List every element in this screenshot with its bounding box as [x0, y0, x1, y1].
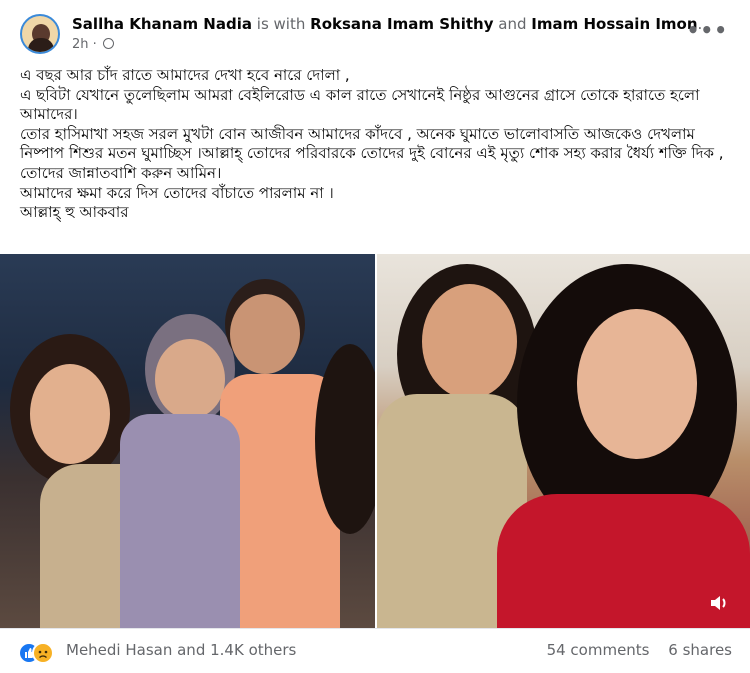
meta-dot: · [92, 37, 97, 52]
photo-1-face-left [30, 364, 110, 464]
post-line-1: এ বছর আর চাঁদ রাতে আমাদের দেখা হবে নারে … [20, 66, 350, 84]
photo-1-face-right [230, 294, 300, 374]
post-meta: 2h · [72, 36, 114, 54]
and-text: and [498, 15, 527, 33]
with-text: is with [256, 15, 306, 33]
post-card: Sallha Khanam Nadia is with Roksana Imam… [0, 0, 750, 673]
avatar-body [28, 38, 54, 52]
tagged-user-1[interactable]: Roksana Imam Shithy [310, 15, 493, 33]
post-line-2: এ ছবিটা যেখানে তুলেছিলাম আমরা বেইলিরোড এ… [20, 85, 700, 124]
post-line-5: আল্লাহ্ হু আকবার [20, 203, 129, 222]
author-name[interactable]: Sallha Khanam Nadia [72, 15, 252, 33]
post-line-4: আমাদের ক্ষমা করে দিস তোদের বাঁচাতে পারলা… [20, 183, 334, 202]
tagged-user-2[interactable]: Imam Hossain Imon [531, 15, 697, 33]
photo-grid [0, 254, 750, 628]
reactions-summary[interactable]: Mehedi Hasan and 1.4K others [66, 641, 296, 659]
more-options-icon[interactable]: ••• [687, 18, 728, 42]
post-footer: Mehedi Hasan and 1.4K others 54 comments… [0, 628, 750, 673]
post-text: এ বছর আর চাঁদ রাতে আমাদের দেখা হবে নারে … [20, 66, 735, 223]
photo-2-face-left [422, 284, 517, 399]
globe-icon [102, 38, 114, 49]
photo-2[interactable] [377, 254, 750, 628]
engagement-counts: 54 comments 6 shares [547, 641, 732, 659]
post-header: Sallha Khanam Nadia is with Roksana Imam… [16, 10, 736, 58]
post-time[interactable]: 2h [72, 37, 89, 52]
reaction-icons[interactable] [18, 640, 64, 664]
comments-count[interactable]: 54 comments [547, 641, 650, 659]
photo-2-face-right [577, 309, 697, 459]
sad-reaction-icon [32, 642, 54, 664]
author-line: Sallha Khanam Nadia is with Roksana Imam… [72, 14, 702, 34]
author-avatar[interactable] [20, 14, 60, 54]
photo-1-dress-center [120, 414, 240, 628]
post-line-3: তোর হাসিমাখা সহজ সরল মুখটা বোন আজীবন আমা… [20, 124, 724, 182]
photo-1-face-center [155, 339, 225, 419]
sound-icon[interactable] [708, 592, 732, 614]
shares-count[interactable]: 6 shares [668, 641, 732, 659]
photo-1[interactable] [0, 254, 375, 628]
